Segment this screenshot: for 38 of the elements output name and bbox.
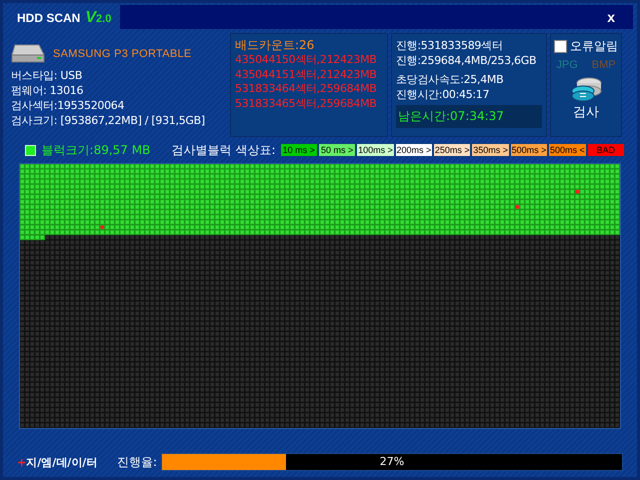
bad-sector-entry: 531833464섹터,259684MB xyxy=(235,82,378,96)
bad-sector-entry: 435044150섹터,212423MB xyxy=(235,53,378,68)
close-button[interactable]: x xyxy=(603,9,619,25)
drive-info: 검사크기: [953867,22MB] / [931,5GB] xyxy=(11,113,206,128)
legend-chip: 350ms > xyxy=(471,143,510,157)
scan-button[interactable]: 검사 xyxy=(569,73,603,121)
drive-info: 펌웨어: 13016 xyxy=(11,83,84,98)
block-size: 블럭크기:89,57 MB xyxy=(42,142,152,158)
progress-info: 진행:259684,4MB/253,6GB xyxy=(396,53,538,68)
drive-info: 버스타입: USB xyxy=(11,68,84,83)
error-alert-label: 오류알림 xyxy=(570,38,618,55)
legend-chip: 500ms < xyxy=(548,143,587,157)
progress-info: 진행:531833589섹터 xyxy=(396,38,504,53)
block-size-icon xyxy=(25,144,36,156)
bad-sector-entry: 435044151섹터,212423MB xyxy=(235,68,378,82)
brand-label: +지/엠/데/이/터 xyxy=(17,454,98,470)
drive-info: 검사섹터:1953520064 xyxy=(11,98,126,113)
drive-name: SAMSUNG P3 PORTABLE xyxy=(53,48,192,60)
legend-chip: 200ms > xyxy=(394,143,434,157)
progress-percent: 27% xyxy=(380,455,404,468)
bad-count: 배드카운트:26 xyxy=(235,38,316,53)
progress-info: 진행시간:00:45:17 xyxy=(396,87,490,102)
legend-chip: 250ms > xyxy=(433,143,472,157)
version-number: 2.0 xyxy=(96,13,112,25)
version-mark: V xyxy=(85,9,96,27)
bad-sector-entry: 531833465섹터,259684MB xyxy=(235,96,378,111)
legend-chip: 50 ms > xyxy=(318,143,356,157)
remaining-time: 남은시간:07:34:37 xyxy=(396,105,542,128)
progress-info: 초당검사속도:25,4MB xyxy=(396,72,504,87)
progress-label: 진행율: xyxy=(117,454,158,470)
error-alert-checkbox[interactable] xyxy=(554,40,567,53)
legend-title: 검사별블럭 색상표: xyxy=(172,142,276,158)
legend-chip: 100ms > xyxy=(356,143,395,157)
legend-chip: 10 ms > xyxy=(280,143,318,157)
legend-chip: BAD xyxy=(586,143,625,157)
window-title: HDD SCAN xyxy=(17,11,80,25)
hard-drive-icon xyxy=(11,43,45,65)
legend-chip: 500ms > xyxy=(510,143,548,157)
